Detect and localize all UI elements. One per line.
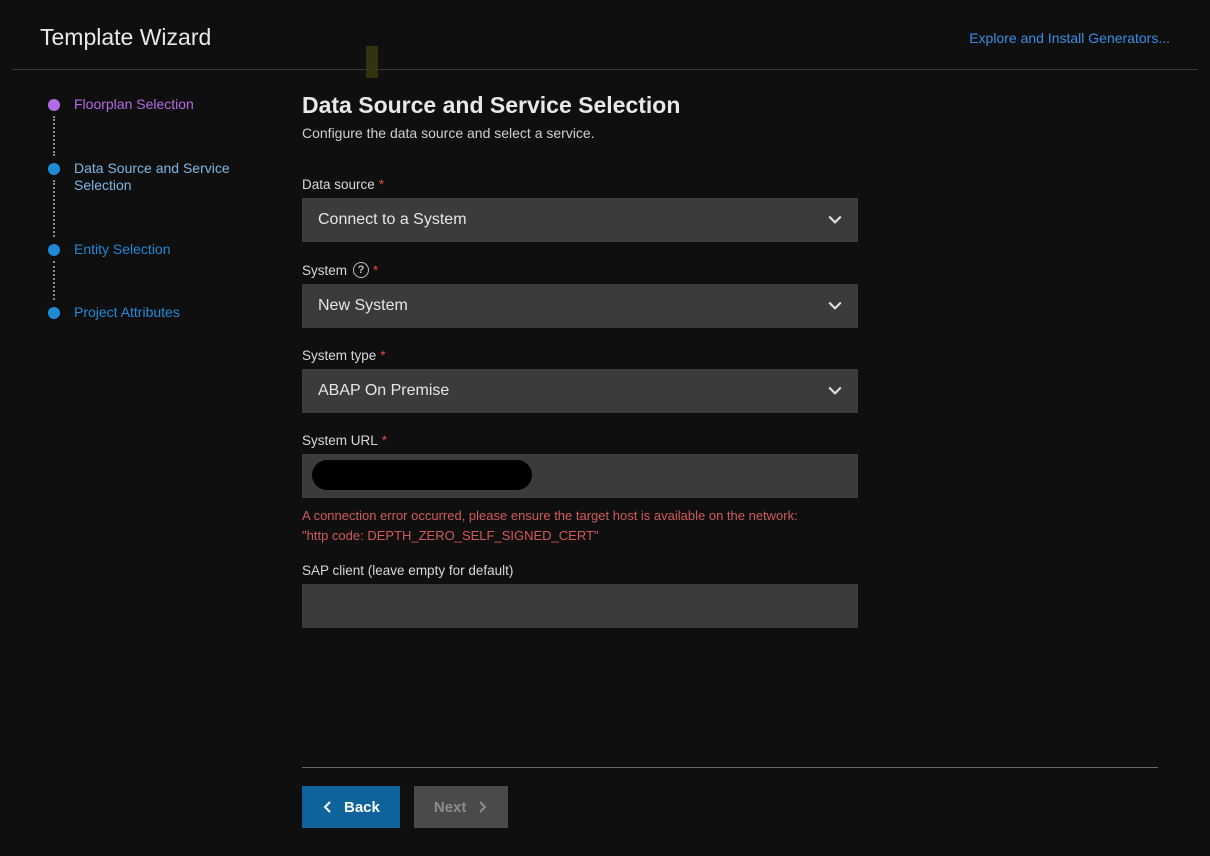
section-subtitle: Configure the data source and select a s…: [302, 125, 1178, 141]
select-value: Connect to a System: [318, 211, 467, 229]
step-connector: [53, 180, 55, 237]
step-floorplan-selection[interactable]: Floorplan Selection: [48, 96, 290, 160]
error-line: A connection error occurred, please ensu…: [302, 508, 798, 523]
chevron-down-icon: [828, 384, 842, 398]
system-select[interactable]: New System: [302, 284, 858, 328]
error-line: "http code: DEPTH_ZERO_SELF_SIGNED_CERT": [302, 528, 599, 543]
step-connector: [53, 116, 55, 156]
step-entity-selection[interactable]: Entity Selection: [48, 241, 290, 305]
required-asterisk: *: [382, 433, 387, 448]
button-label: Next: [434, 799, 467, 816]
step-label: Floorplan Selection: [74, 96, 194, 114]
step-dot-icon: [48, 99, 60, 111]
step-connector: [53, 261, 55, 301]
field-label-text: System type: [302, 348, 376, 363]
step-data-source-service[interactable]: Data Source and Service Selection: [48, 160, 290, 241]
required-asterisk: *: [380, 348, 385, 363]
chevron-right-icon: [476, 801, 488, 813]
chevron-down-icon: [828, 299, 842, 313]
required-asterisk: *: [379, 177, 384, 192]
section-heading: Data Source and Service Selection: [302, 92, 1178, 119]
help-icon[interactable]: ?: [353, 262, 369, 278]
field-label-text: System: [302, 263, 347, 278]
wizard-footer: Back Next: [302, 767, 1158, 828]
field-sap-client: SAP client (leave empty for default): [302, 563, 862, 628]
field-label-text: SAP client (leave empty for default): [302, 563, 513, 578]
highlight-artifact: [366, 46, 378, 78]
field-system-type: System type * ABAP On Premise: [302, 348, 862, 413]
sap-client-input[interactable]: [302, 584, 858, 628]
step-dot-icon: [48, 244, 60, 256]
field-system: System ? * New System: [302, 262, 862, 328]
connection-error-message: A connection error occurred, please ensu…: [302, 506, 858, 545]
wizard-steps: Floorplan Selection Data Source and Serv…: [12, 86, 302, 828]
explore-generators-link[interactable]: Explore and Install Generators...: [969, 30, 1170, 46]
field-label-text: System URL: [302, 433, 378, 448]
step-dot-icon: [48, 163, 60, 175]
step-dot-icon: [48, 307, 60, 319]
main-panel: Data Source and Service Selection Config…: [302, 86, 1198, 828]
step-label: Project Attributes: [74, 304, 180, 322]
select-value: New System: [318, 297, 408, 315]
system-type-select[interactable]: ABAP On Premise: [302, 369, 858, 413]
step-label: Data Source and Service Selection: [74, 160, 264, 195]
step-label: Entity Selection: [74, 241, 171, 259]
next-button: Next: [414, 786, 509, 828]
field-system-url: System URL *: [302, 433, 862, 498]
back-button[interactable]: Back: [302, 786, 400, 828]
button-label: Back: [344, 799, 380, 816]
field-data-source: Data source * Connect to a System: [302, 177, 862, 242]
field-label-text: Data source: [302, 177, 375, 192]
redacted-overlay: [312, 460, 532, 490]
step-project-attributes[interactable]: Project Attributes: [48, 304, 290, 322]
select-value: ABAP On Premise: [318, 382, 449, 400]
required-asterisk: *: [373, 263, 378, 278]
header: Template Wizard Explore and Install Gene…: [12, 12, 1198, 70]
page-title: Template Wizard: [40, 24, 211, 51]
chevron-left-icon: [322, 801, 334, 813]
chevron-down-icon: [828, 213, 842, 227]
data-source-select[interactable]: Connect to a System: [302, 198, 858, 242]
